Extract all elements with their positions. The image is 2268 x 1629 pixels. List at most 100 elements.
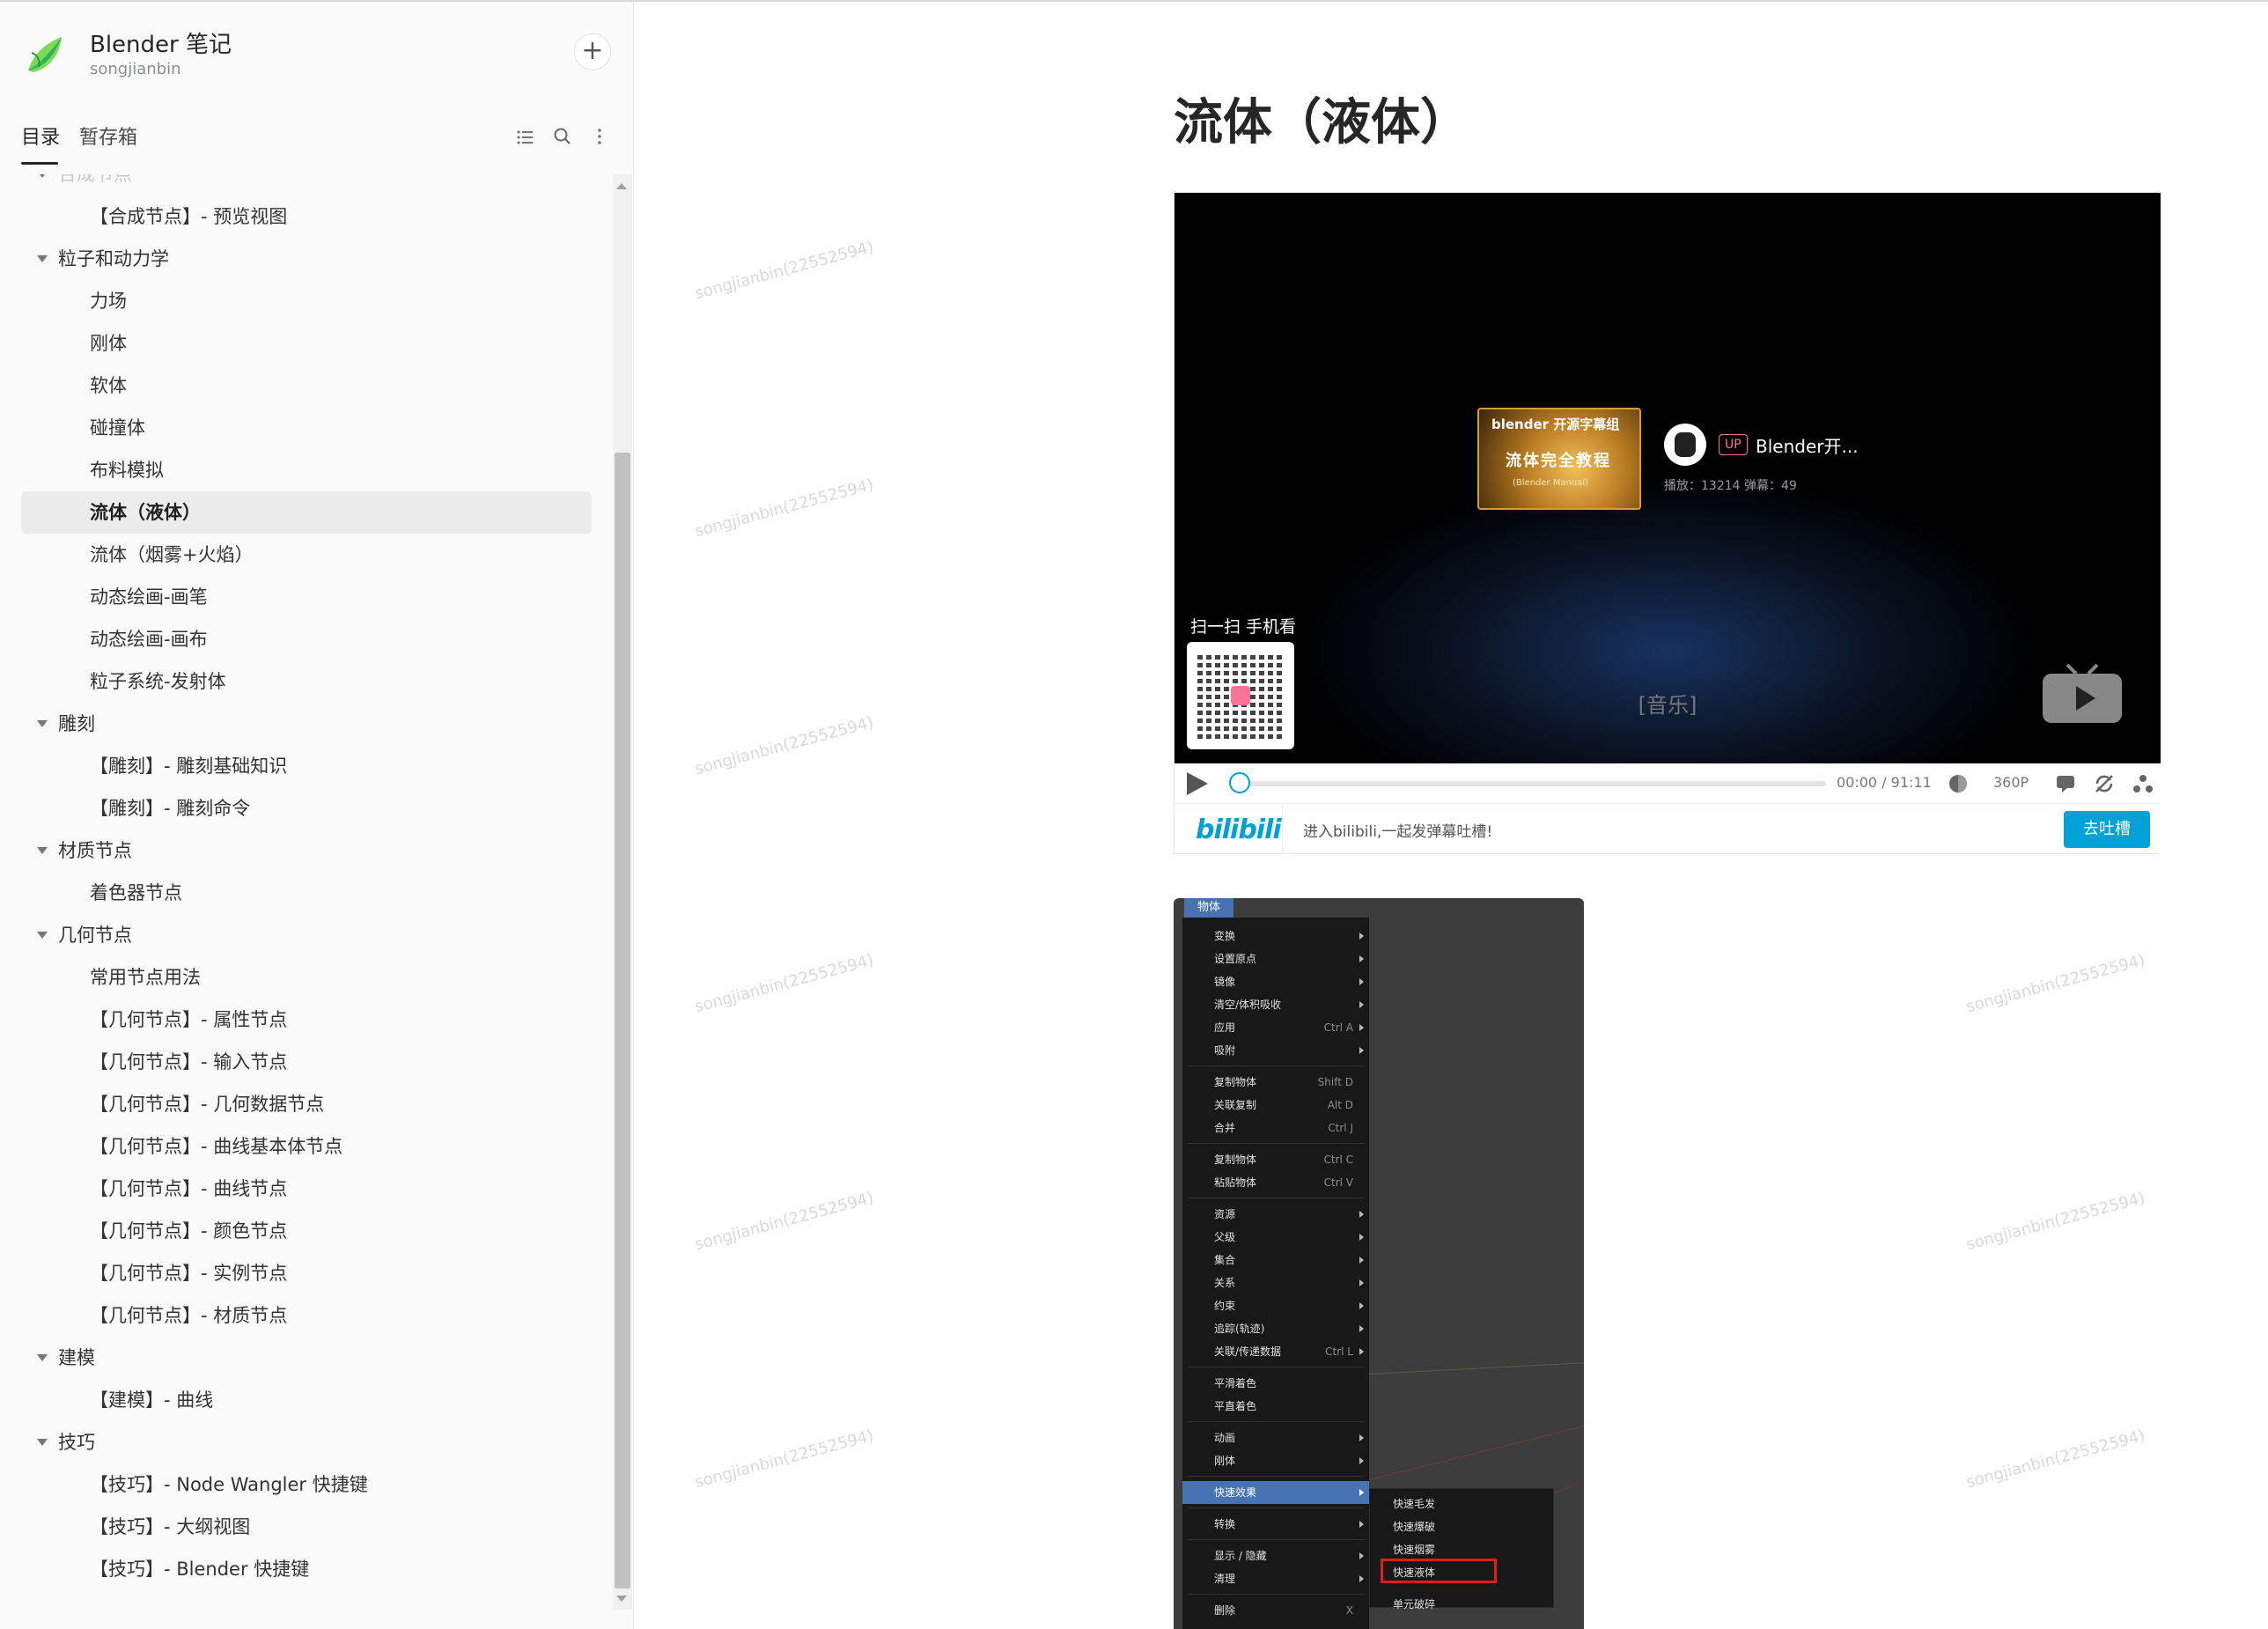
toc-item[interactable]: 着色器节点: [21, 872, 592, 914]
blender-menu-item[interactable]: 平滑着色: [1182, 1372, 1369, 1395]
blender-menu-item[interactable]: 删除 X: [1182, 1599, 1369, 1622]
toc-item[interactable]: 【几何节点】- 曲线节点: [21, 1168, 592, 1210]
blender-menu-item[interactable]: 变换: [1182, 925, 1369, 947]
quality-selector[interactable]: 360P: [1993, 774, 2029, 791]
blender-menu-item[interactable]: 设置原点: [1182, 947, 1369, 970]
toc-item[interactable]: 碰撞体: [21, 407, 592, 449]
toc-item[interactable]: 【技巧】- Node Wangler 快捷键: [21, 1463, 592, 1506]
toc-group[interactable]: 雕刻: [21, 703, 592, 745]
blender-menu-item[interactable]: 清空/体积吸收: [1182, 993, 1369, 1016]
fullscreen-icon[interactable]: [2132, 773, 2154, 794]
video-thumbnail[interactable]: blender 开源字幕组 流体完全教程 (Blender Manual): [1477, 408, 1641, 510]
search-icon[interactable]: [551, 125, 574, 148]
toc-group[interactable]: 粒子和动力学: [21, 238, 592, 280]
loop-icon[interactable]: [2094, 773, 2115, 794]
list-view-icon[interactable]: [514, 125, 537, 148]
blender-menu-item[interactable]: 关联/传递数据 Ctrl L: [1182, 1340, 1369, 1363]
blender-menu-item[interactable]: 合并 Ctrl J: [1182, 1117, 1369, 1139]
blender-menu-item[interactable]: 粘贴物体 Ctrl V: [1182, 1171, 1369, 1194]
blender-submenu-item[interactable]: 快速毛发: [1370, 1493, 1555, 1515]
caret-down-icon[interactable]: [37, 720, 48, 727]
blender-menu-item[interactable]: 快速效果: [1182, 1481, 1369, 1504]
blender-menu-item[interactable]: 应用 Ctrl A: [1182, 1016, 1369, 1039]
toc-item[interactable]: 【合成节点】- 预览视图: [21, 195, 592, 238]
blender-menu-item[interactable]: 镜像: [1182, 970, 1369, 993]
sidebar-scrollbar-thumb[interactable]: [615, 453, 630, 1588]
toc-item[interactable]: 软体: [21, 365, 592, 407]
blender-menu-item[interactable]: 追踪(轨迹): [1182, 1317, 1369, 1340]
blender-menu-item[interactable]: 约束: [1182, 1294, 1369, 1317]
book-owner[interactable]: songjianbin: [90, 60, 181, 78]
tucao-button[interactable]: 去吐槽: [2064, 811, 2150, 848]
blender-menu-item[interactable]: 平直着色: [1182, 1395, 1369, 1418]
up-name[interactable]: Blender开...: [1756, 432, 1859, 458]
toc-group[interactable]: 几何节点: [21, 914, 592, 956]
toc-group[interactable]: 材质节点: [21, 829, 592, 872]
blender-menu-item[interactable]: 复制物体 Ctrl C: [1182, 1148, 1369, 1171]
toc-item[interactable]: 【技巧】- Blender 快捷键: [21, 1548, 592, 1590]
toc-item[interactable]: 流体（烟雾+火焰）: [21, 534, 592, 576]
blender-menu-item[interactable]: 复制物体 Shift D: [1182, 1071, 1369, 1094]
blender-menu-item[interactable]: 转换: [1182, 1513, 1369, 1536]
blender-menu-item[interactable]: 显示 / 隐藏: [1182, 1544, 1369, 1567]
toc-item[interactable]: 力场: [21, 280, 592, 322]
play-icon[interactable]: [1187, 772, 1208, 795]
toc-item[interactable]: 【几何节点】- 属性节点: [21, 999, 592, 1041]
blender-menu-item[interactable]: 清理: [1182, 1567, 1369, 1590]
toc-item[interactable]: 流体（液体）: [21, 491, 592, 534]
scroll-up-icon[interactable]: [616, 183, 627, 189]
blender-submenu-item[interactable]: 单元破碎: [1370, 1593, 1555, 1616]
toc-item[interactable]: 【几何节点】- 材质节点: [21, 1294, 592, 1337]
toc-item[interactable]: 常用节点用法: [21, 956, 592, 999]
tab-scratch[interactable]: 暂存箱: [79, 122, 137, 150]
caret-down-icon[interactable]: [37, 1439, 48, 1446]
danmaku-icon[interactable]: [2055, 773, 2076, 794]
toc-item[interactable]: 【建模】- 曲线: [21, 1379, 592, 1421]
toc-item[interactable]: 粒子系统-发射体: [21, 660, 592, 703]
toc-item[interactable]: 【几何节点】- 实例节点: [21, 1252, 592, 1294]
toc-item[interactable]: 【雕刻】- 雕刻命令: [21, 787, 592, 829]
blender-submenu-item[interactable]: 快速烟雾: [1370, 1538, 1555, 1561]
bilibili-logo[interactable]: bilibili: [1196, 814, 1282, 845]
bilibili-tv-icon[interactable]: [2041, 663, 2124, 725]
caret-down-icon[interactable]: [37, 932, 48, 939]
blender-menu-item[interactable]: 父级: [1182, 1226, 1369, 1249]
toc-item[interactable]: 【几何节点】- 颜色节点: [21, 1210, 592, 1252]
toc-item[interactable]: 【几何节点】- 曲线基本体节点: [21, 1125, 592, 1168]
video-area[interactable]: blender 开源字幕组 流体完全教程 (Blender Manual) UP…: [1174, 193, 2161, 763]
blender-menu-item[interactable]: 资源: [1182, 1203, 1369, 1226]
blender-submenu-item[interactable]: 快速液体: [1370, 1561, 1555, 1584]
blender-menu-item[interactable]: 集合: [1182, 1249, 1369, 1272]
up-avatar[interactable]: [1664, 424, 1706, 466]
scroll-down-icon[interactable]: [616, 1596, 627, 1602]
caret-down-icon[interactable]: [37, 1354, 48, 1361]
toc-item[interactable]: 【几何节点】- 输入节点: [21, 1041, 592, 1083]
toc-item-label: 【技巧】- Blender 快捷键: [90, 1559, 310, 1580]
more-icon[interactable]: [588, 125, 611, 148]
toc-item[interactable]: 【几何节点】- 几何数据节点: [21, 1083, 592, 1125]
caret-down-icon[interactable]: [37, 255, 48, 262]
volume-icon[interactable]: [1948, 773, 1969, 794]
blender-submenu-item[interactable]: 快速爆破: [1370, 1515, 1555, 1538]
toc-item[interactable]: 【雕刻】- 雕刻基础知识: [21, 745, 592, 787]
blender-menu-item[interactable]: 动画: [1182, 1426, 1369, 1449]
tab-toc[interactable]: 目录: [21, 122, 60, 150]
toc-group[interactable]: 合成节点: [21, 174, 592, 195]
blender-menu-item[interactable]: 吸附: [1182, 1039, 1369, 1062]
toc-item[interactable]: 动态绘画-画笔: [21, 576, 592, 618]
book-title[interactable]: Blender 笔记: [90, 26, 232, 59]
progress-bar[interactable]: [1236, 781, 1826, 786]
blender-menu-item[interactable]: 刚体: [1182, 1449, 1369, 1472]
toc-item[interactable]: 动态绘画-画布: [21, 618, 592, 660]
toc-item[interactable]: 刚体: [21, 322, 592, 365]
toc-group[interactable]: 建模: [21, 1337, 592, 1379]
toc-item[interactable]: 布料模拟: [21, 449, 592, 491]
caret-down-icon[interactable]: [37, 174, 48, 178]
blender-menu-item[interactable]: 关联复制 Alt D: [1182, 1094, 1369, 1117]
caret-down-icon[interactable]: [37, 847, 48, 854]
add-doc-button[interactable]: +: [574, 33, 611, 70]
toc-group[interactable]: 技巧: [21, 1421, 592, 1463]
toc-item[interactable]: 【技巧】- 大纲视图: [21, 1506, 592, 1548]
blender-menu-item[interactable]: 关系: [1182, 1272, 1369, 1294]
progress-knob[interactable]: [1229, 772, 1250, 793]
